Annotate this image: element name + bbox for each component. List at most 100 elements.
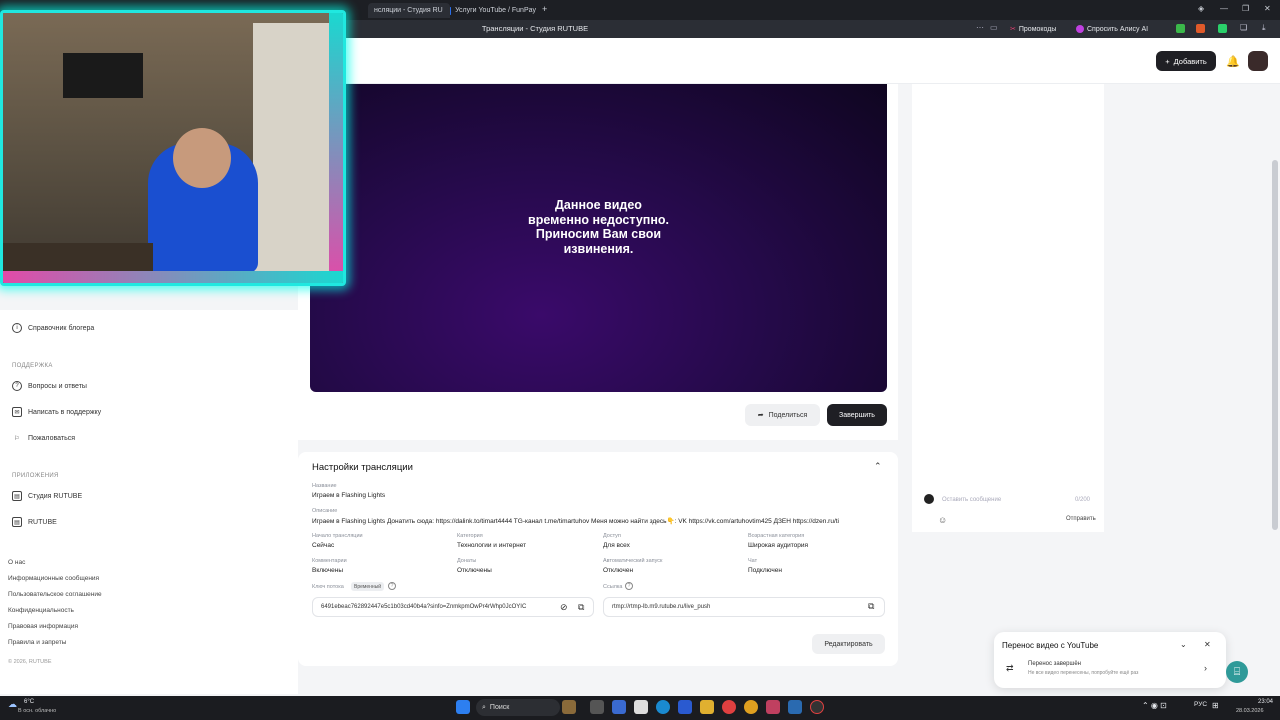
copy-icon[interactable]: ⧉ (578, 602, 584, 613)
clock-date: 28.03.2026 (1236, 708, 1264, 714)
extension-icon[interactable] (1176, 24, 1185, 33)
link-label: Ссылка (603, 584, 623, 590)
app-icon[interactable] (612, 700, 626, 714)
tab-funpay[interactable]: Услуги YouTube / FunPay (444, 3, 542, 18)
task-view-icon[interactable] (590, 700, 604, 714)
access-value: Для всех (603, 542, 630, 549)
scrollbar[interactable] (1272, 160, 1278, 530)
emoji-icon[interactable]: ☺ (938, 515, 947, 525)
chevron-up-icon[interactable]: ⌃ (874, 461, 882, 472)
collections-icon[interactable]: ❏ (1240, 23, 1247, 32)
sidebar-item-write-support[interactable]: ✉ Написать в поддержку (12, 404, 101, 420)
promo-chip[interactable]: ✂ Промокоды (1010, 23, 1056, 35)
language-indicator[interactable]: РУС (1194, 701, 1207, 708)
chat-input[interactable]: Оставить сообщение (942, 497, 1001, 503)
chat-char-counter: 0/200 (1075, 497, 1091, 503)
new-tab-icon[interactable]: + (542, 4, 547, 14)
more-icon[interactable]: ⋯ (976, 23, 984, 32)
toast-title: Перенос видео с YouTube (1002, 641, 1099, 650)
share-icon: ➦ (757, 412, 764, 419)
telegram-icon[interactable] (788, 700, 802, 714)
help-icon[interactable]: ? (388, 582, 396, 590)
alice-icon (1076, 25, 1084, 33)
bookmark-icon[interactable]: ▭ (990, 23, 998, 32)
footer-link-about[interactable]: О нас (8, 559, 25, 566)
chat-value: Подключен (748, 567, 782, 574)
footer-link-privacy[interactable]: Конфиденциальность (8, 607, 74, 614)
stream-key-field[interactable]: 6491ebeac762892447e5c1b03cd40b4a?sinfo=Z… (312, 597, 594, 617)
donates-value: Отключены (457, 567, 492, 574)
tab-studio[interactable]: нсляции - Студия RU (368, 3, 450, 18)
settings-title: Настройки трансляции (312, 462, 413, 473)
tray-icons[interactable]: ⌃ ◉ ⊡ (1142, 701, 1167, 710)
webcam-desk (3, 243, 153, 273)
windows-start-icon[interactable] (456, 700, 470, 714)
toast-status: Перенос завершён (1028, 661, 1081, 667)
name-label: Название (312, 483, 337, 489)
clock-time[interactable]: 23:04 (1243, 699, 1273, 705)
weather-desc: В осн. облачно (18, 708, 57, 714)
copy-icon[interactable]: ⧉ (868, 601, 874, 612)
share-button[interactable]: ➦ Поделиться (745, 404, 820, 426)
flag-icon: ⚐ (14, 435, 20, 442)
taskbar-search[interactable]: ⌕ Поиск (476, 699, 560, 716)
avatar[interactable] (1248, 51, 1268, 71)
support-chat-button[interactable]: ⌸ (1226, 661, 1248, 683)
yandex-icon[interactable] (722, 700, 736, 714)
mail-icon: ✉ (12, 407, 22, 417)
weather-temp[interactable]: 6°C (24, 699, 34, 705)
plus-icon: + (1165, 56, 1170, 66)
taskbar: ☁ 6°C В осн. облачно ⌕ Поиск ⌃ ◉ ⊡ РУС ⊞ … (0, 696, 1280, 720)
donates-label: Донаты (457, 558, 477, 564)
chevron-down-icon[interactable]: ⌄ (1180, 640, 1187, 649)
extension-icon[interactable] (1218, 24, 1227, 33)
tab-list-icon[interactable]: ◈ (1198, 4, 1204, 13)
category-label: Категория (457, 533, 483, 539)
chat-panel (912, 84, 1104, 532)
weather-icon: ☁ (8, 699, 17, 709)
app-icon[interactable] (634, 700, 648, 714)
youtube-transfer-toast: Перенос видео с YouTube ⌄ ✕ ⇄ Перенос за… (994, 632, 1226, 688)
bell-icon[interactable]: 🔔 (1226, 55, 1240, 68)
video-player[interactable]: Данное видео временно недоступно. Принос… (310, 84, 887, 392)
add-button[interactable]: + Добавить (1156, 51, 1216, 71)
name-value: Играем в Flashing Lights (312, 492, 386, 499)
sidebar-item-report[interactable]: ⚐ Пожаловаться (12, 430, 75, 446)
help-icon[interactable]: ? (625, 582, 633, 590)
volume-icon[interactable]: ⊞ (1212, 701, 1219, 710)
footer-link-legal[interactable]: Правовая информация (8, 623, 78, 630)
eye-off-icon[interactable]: ⊘ (560, 602, 568, 613)
age-value: Широкая аудитория (748, 542, 809, 549)
minimize-icon[interactable]: — (1220, 4, 1228, 13)
sidebar-item-reference[interactable]: i Справочник блогера (12, 320, 94, 336)
toast-detail: Не все видео перенесены, попробуйте ещё … (1028, 670, 1139, 676)
finish-stream-button[interactable]: Завершить (827, 404, 887, 426)
autostart-label: Автоматический запуск (603, 558, 663, 564)
obs-icon[interactable] (810, 700, 824, 714)
footer-link-rules[interactable]: Правила и запреты (8, 639, 66, 646)
rtmp-link-field[interactable]: rtmp://rtmp-lb.m9.rutube.ru/live_push (603, 597, 885, 617)
edit-button[interactable]: Редактировать (812, 634, 885, 654)
store-icon[interactable] (678, 700, 692, 714)
info-icon: i (12, 323, 22, 333)
rutube-icon: ▤ (12, 517, 22, 527)
download-icon[interactable]: ⤓ (1262, 23, 1266, 33)
close-icon[interactable]: ✕ (1264, 4, 1271, 13)
footer-link-info[interactable]: Информационные сообщения (8, 575, 99, 582)
edge-icon[interactable] (656, 700, 670, 714)
close-icon[interactable]: ✕ (1204, 640, 1211, 649)
send-button[interactable]: Отправить (1066, 516, 1096, 522)
widget-icon[interactable] (562, 700, 576, 714)
sidebar-item-rutube[interactable]: ▤ RUTUBE (12, 514, 57, 530)
folder-icon[interactable] (700, 700, 714, 714)
chrome-icon[interactable] (744, 700, 758, 714)
alice-chip[interactable]: Спросить Алису AI (1076, 23, 1148, 35)
restore-icon[interactable]: ❐ (1242, 4, 1249, 13)
footer-link-agreement[interactable]: Пользовательское соглашение (8, 591, 102, 598)
age-label: Возрастная категория (748, 533, 805, 539)
extension-icon[interactable] (1196, 24, 1205, 33)
chevron-right-icon[interactable]: › (1204, 663, 1207, 673)
sidebar-item-studio[interactable]: ▤ Студия RUTUBE (12, 488, 82, 504)
app-icon[interactable] (766, 700, 780, 714)
sidebar-item-faq[interactable]: ? Вопросы и ответы (12, 378, 87, 394)
